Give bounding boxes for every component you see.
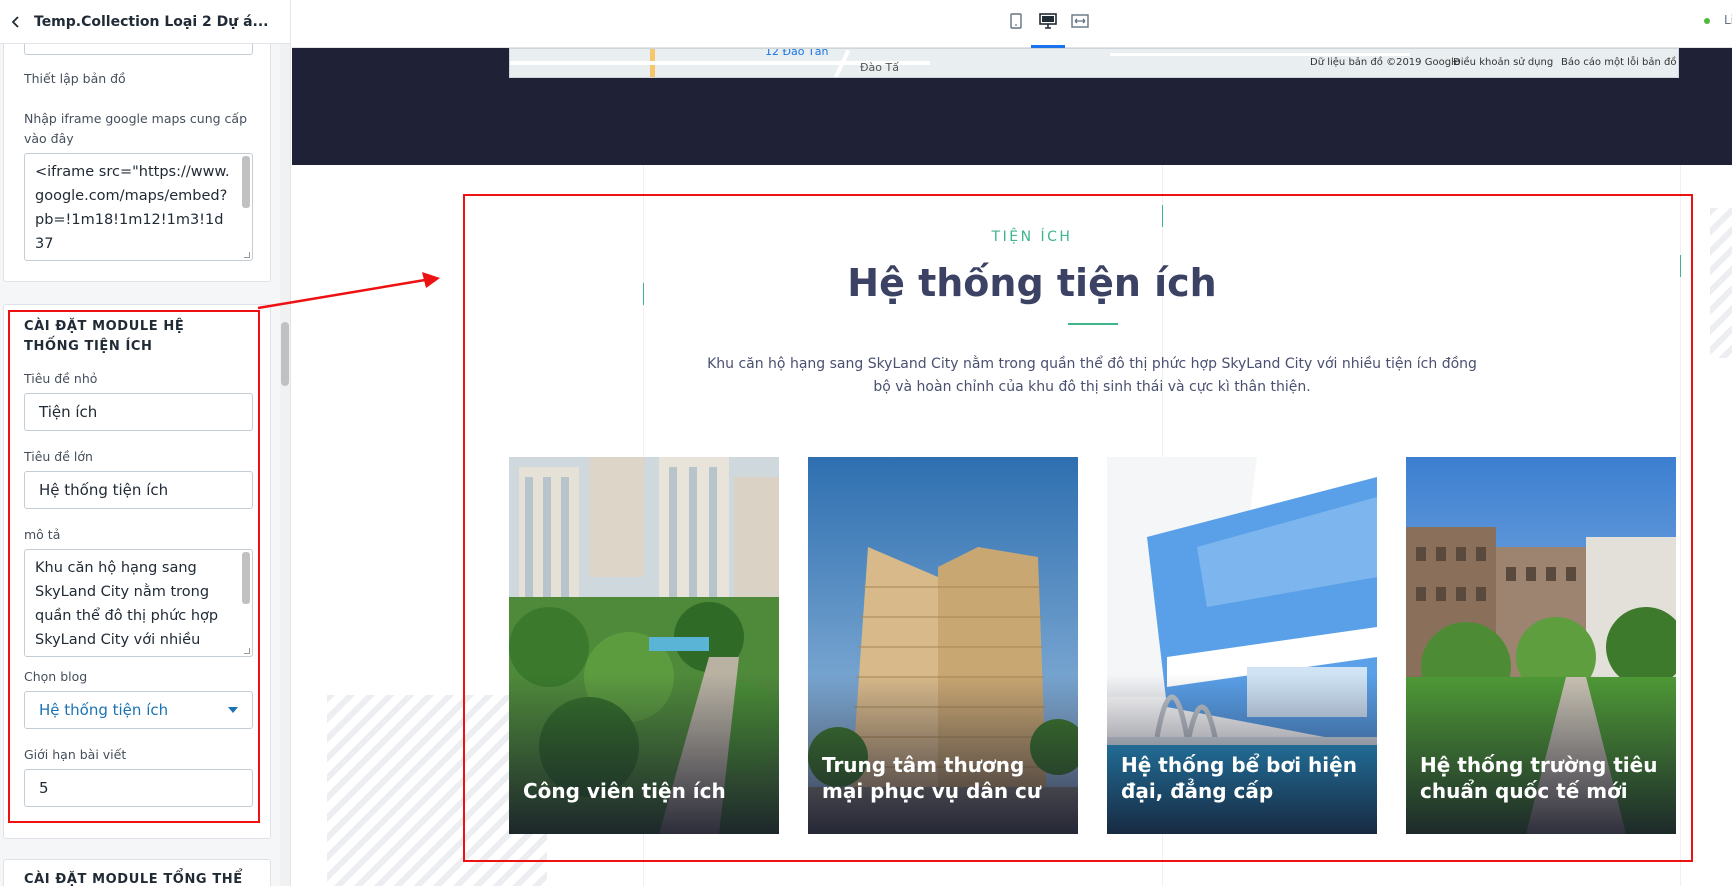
map-report-link[interactable]: Báo cáo một lỗi bản đồ — [1561, 57, 1676, 68]
mobile-icon — [1010, 13, 1022, 33]
overview-settings-card: CÀI ĐẶT MODULE TỔNG THỂ DỰ — [3, 859, 271, 886]
fullwidth-view-button[interactable] — [1066, 10, 1094, 36]
live-status-dot — [1704, 18, 1710, 24]
map-terms-link[interactable]: Điều khoản sử dụng — [1453, 57, 1553, 68]
overview-section-heading: CÀI ĐẶT MODULE TỔNG THỂ DỰ — [24, 872, 243, 886]
google-map-embed[interactable]: 12 Đào Tấn Đào Tấ Dữ liệu bản đồ ©2019 G… — [509, 48, 1679, 78]
contact-section-background: 12 Đào Tấn Đào Tấ Dữ liệu bản đồ ©2019 G… — [292, 48, 1732, 165]
desktop-view-button[interactable] — [1034, 10, 1062, 36]
expand-icon — [1071, 13, 1089, 33]
annotation-box-preview — [463, 194, 1693, 862]
annotation-arrow-icon — [257, 272, 440, 310]
desktop-icon — [1039, 13, 1057, 33]
annotation-box-settings — [8, 310, 260, 823]
map-street-label: Đào Tấ — [860, 61, 899, 74]
live-status-label: Li — [1723, 13, 1732, 27]
map-place-label: 12 Đào Tấn — [765, 48, 829, 58]
map-attribution: Dữ liệu bản đồ ©2019 Google — [1310, 57, 1460, 68]
mobile-view-button[interactable] — [1002, 10, 1030, 36]
device-toolbar: Li — [292, 0, 1732, 48]
map-road — [1110, 53, 1410, 56]
